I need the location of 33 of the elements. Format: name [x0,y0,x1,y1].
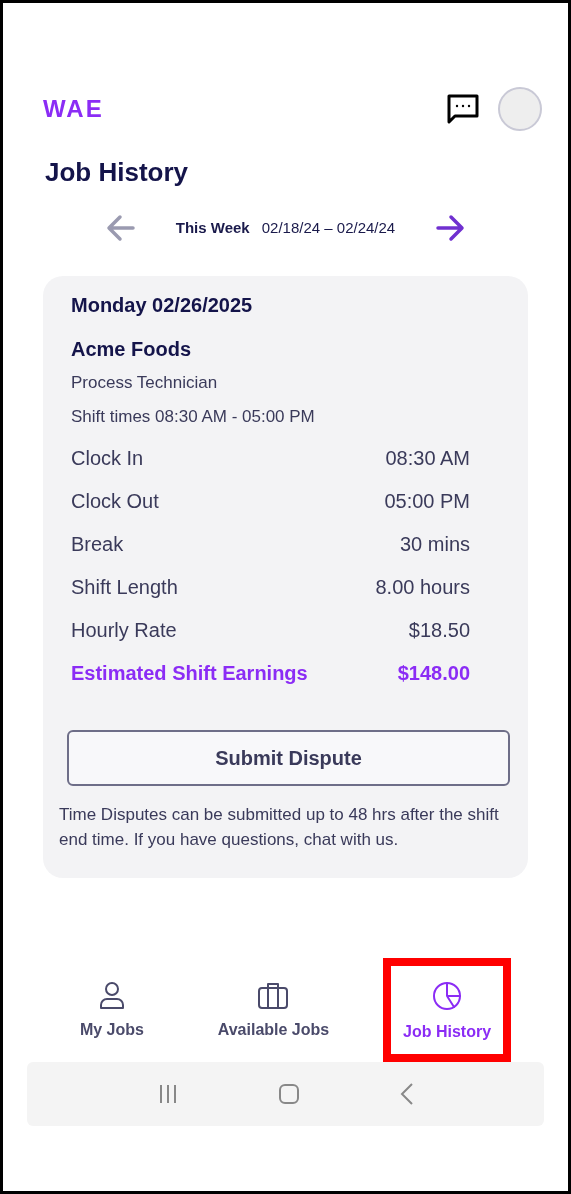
pie-chart-icon [431,980,464,1012]
home-icon[interactable] [277,1083,300,1105]
dispute-note: Time Disputes can be submitted up to 48 hrs after the shift end time. If you have questions, chat with us. [59,804,500,851]
logo: WAE [43,94,104,124]
detail-label: Estimated Shift Earnings [71,661,308,686]
detail-label: Shift Length [71,575,178,600]
detail-label: Hourly Rate [71,618,177,643]
detail-value: $148.00 [397,661,470,686]
page-title: Job History [44,156,190,189]
person-icon [97,980,126,1010]
detail-value: $18.50 [408,618,470,643]
submit-dispute-button[interactable]: Submit Dispute [67,730,510,786]
detail-value: 30 mins [399,532,470,557]
week-label: This Week [175,217,250,238]
employer-name: Acme Foods [71,337,193,362]
back-icon[interactable] [398,1082,415,1106]
forward-arrow-icon[interactable] [435,214,466,242]
shift-date: Monday 02/26/2025 [71,293,254,318]
detail-value: 8.00 hours [375,575,470,600]
nav-tab[interactable]: Job History [383,958,512,1062]
detail-label: Break [71,532,124,557]
avatar[interactable] [498,87,542,131]
nav-tab[interactable]: Available Jobs [197,958,350,1062]
chat-icon[interactable] [446,92,480,126]
detail-label: Clock Out [71,489,159,514]
shift-times: Shift times 08:30 AM - 05:00 PM [71,405,316,428]
detail-value: 05:00 PM [384,489,470,514]
date-range: 02/18/24 – 02/24/24 [261,217,396,238]
detail-value: 08:30 AM [385,446,470,471]
job-role: Process Technician [71,372,219,394]
briefcase-icon [257,980,290,1010]
nav-tab[interactable]: My Jobs [59,958,164,1062]
detail-label: Clock In [71,446,144,471]
